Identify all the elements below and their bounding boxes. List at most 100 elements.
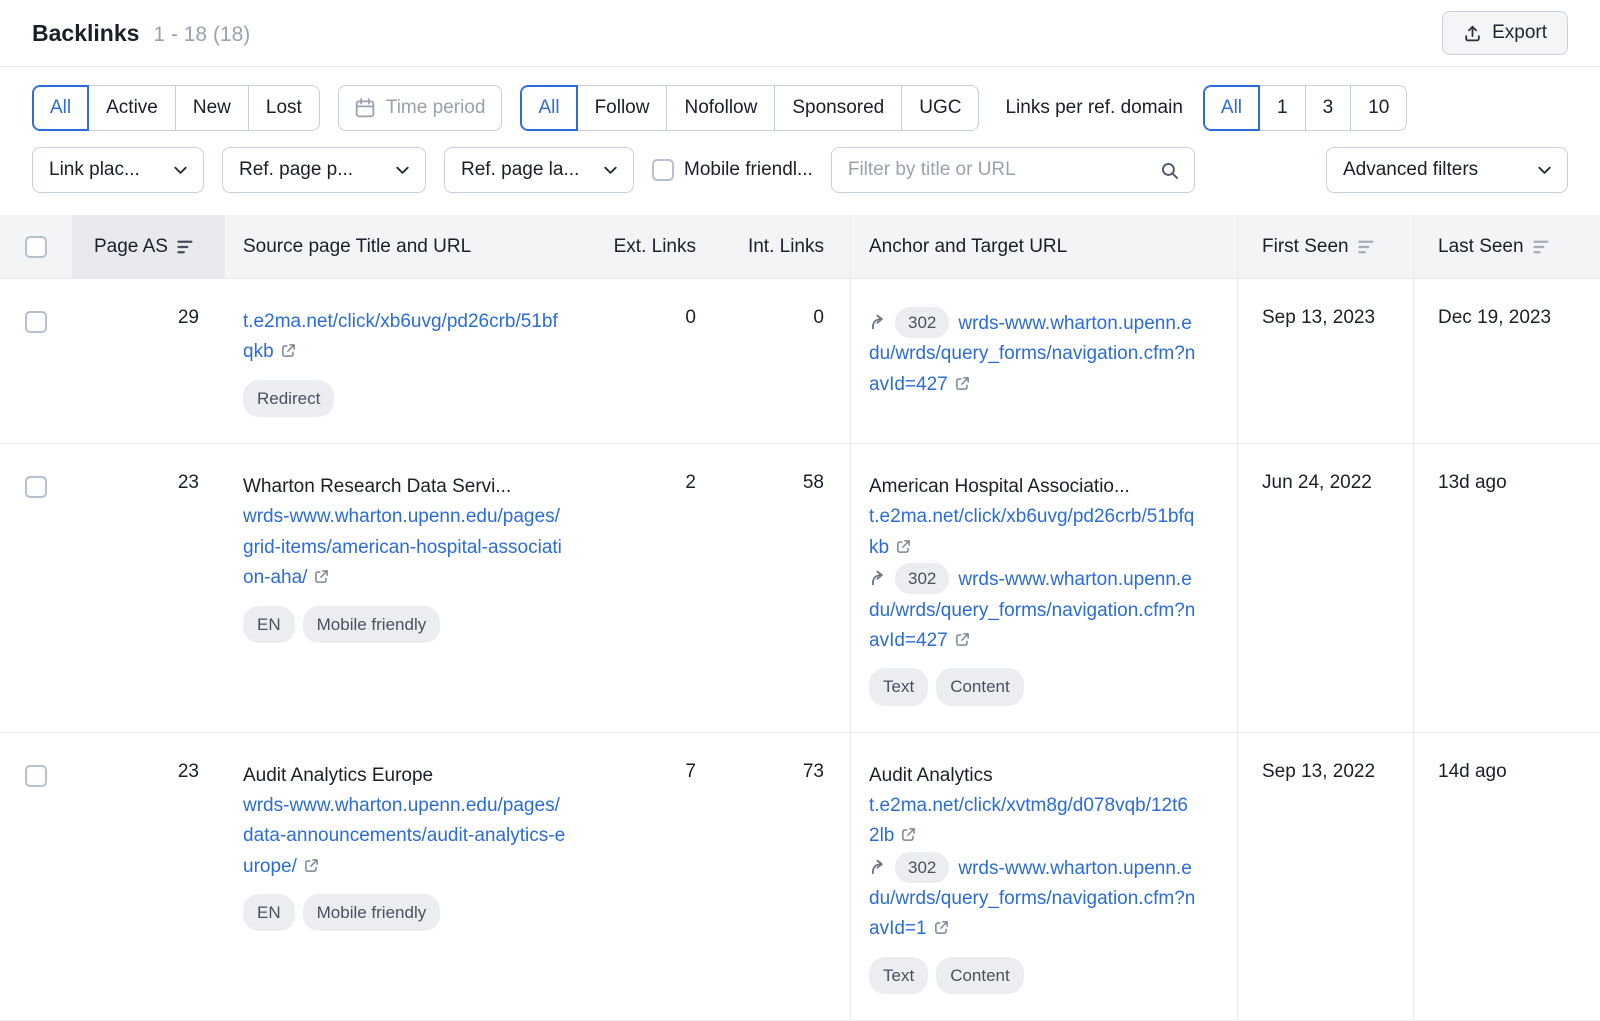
table-row: 23 Wharton Research Data Servi... wrds-w…: [0, 444, 1600, 733]
anchor-badges: Text Content: [869, 957, 1197, 994]
external-link-icon[interactable]: [281, 343, 296, 358]
badge-content: Content: [936, 668, 1024, 705]
link-placement-label: Link plac...: [49, 159, 140, 181]
first-seen-value: Jun 24, 2022: [1237, 444, 1413, 732]
redirect-code-badge: 302: [895, 852, 949, 883]
follow-filter-ugc[interactable]: UGC: [901, 85, 979, 131]
source-cell: Wharton Research Data Servi... wrds-www.…: [225, 444, 607, 732]
first-seen-value: Sep 13, 2023: [1237, 279, 1413, 443]
row-checkbox[interactable]: [25, 765, 47, 787]
source-page-title: Wharton Research Data Servi...: [243, 472, 567, 502]
column-label: Source page Title and URL: [243, 236, 471, 258]
anchor-badges: Text Content: [869, 668, 1197, 705]
export-button[interactable]: Export: [1442, 11, 1568, 55]
status-filter-all[interactable]: All: [32, 85, 89, 131]
calendar-icon: [355, 98, 375, 118]
status-filter-lost[interactable]: Lost: [248, 85, 320, 131]
table-header: Page AS Source page Title and URL Ext. L…: [0, 215, 1600, 279]
badge-redirect: Redirect: [243, 380, 334, 417]
source-url-link[interactable]: wrds-www.wharton.upenn.edu/pages/data-an…: [243, 795, 565, 877]
external-link-icon[interactable]: [955, 632, 970, 647]
search-input[interactable]: [832, 148, 1146, 192]
chevron-down-icon: [604, 166, 617, 175]
column-header-first-seen[interactable]: First Seen: [1237, 215, 1413, 278]
anchor-cell: Audit Analytics t.e2ma.net/click/xvtm8g/…: [850, 733, 1237, 1021]
source-url-link[interactable]: wrds-www.wharton.upenn.edu/pages/grid-it…: [243, 506, 562, 588]
ext-links-value: 0: [607, 279, 722, 443]
column-header-int-links[interactable]: Int. Links: [722, 215, 850, 278]
external-link-icon[interactable]: [304, 858, 319, 873]
column-header-page-as[interactable]: Page AS: [72, 215, 225, 278]
follow-filter-nofollow[interactable]: Nofollow: [666, 85, 775, 131]
external-link-icon[interactable]: [896, 539, 911, 554]
external-link-icon[interactable]: [955, 376, 970, 391]
column-header-anchor[interactable]: Anchor and Target URL: [850, 215, 1237, 278]
status-filter-new[interactable]: New: [175, 85, 249, 131]
page-as-value: 29: [72, 279, 225, 443]
badge-content: Content: [936, 957, 1024, 994]
follow-filter-follow[interactable]: Follow: [577, 85, 668, 131]
source-page-title: Audit Analytics Europe: [243, 761, 567, 791]
advanced-filters-dropdown[interactable]: Advanced filters: [1326, 147, 1568, 193]
ref-page-platform-label: Ref. page p...: [239, 159, 353, 181]
anchor-text: American Hospital Associatio...: [869, 472, 1197, 502]
time-period-button[interactable]: Time period: [338, 85, 503, 131]
page-as-value: 23: [72, 733, 225, 1021]
mobile-friendly-checkbox[interactable]: [652, 159, 674, 181]
advanced-filters-label: Advanced filters: [1343, 159, 1478, 181]
links-per-domain-10[interactable]: 10: [1350, 85, 1407, 131]
redirect-code-badge: 302: [895, 563, 949, 594]
column-header-last-seen[interactable]: Last Seen: [1413, 215, 1600, 278]
column-label: Anchor and Target URL: [869, 236, 1067, 258]
column-header-ext-links[interactable]: Ext. Links: [607, 215, 722, 278]
source-cell: t.e2ma.net/click/xb6uvg/pd26crb/51bfqkb …: [225, 279, 607, 443]
int-links-value: 58: [722, 444, 850, 732]
select-all-checkbox[interactable]: [25, 236, 47, 258]
anchor-url-line: t.e2ma.net/click/xb6uvg/pd26crb/51bfqkb: [869, 502, 1197, 563]
links-per-domain-label: Links per ref. domain: [1005, 97, 1182, 119]
filters-row-1: All Active New Lost Time period All Foll…: [32, 85, 1568, 131]
follow-filter-sponsored[interactable]: Sponsored: [774, 85, 902, 131]
anchor-cell: American Hospital Associatio... t.e2ma.n…: [850, 444, 1237, 732]
external-link-icon[interactable]: [901, 827, 916, 842]
search-button[interactable]: [1146, 148, 1194, 192]
anchor-url-link[interactable]: t.e2ma.net/click/xb6uvg/pd26crb/51bfqkb: [869, 506, 1194, 557]
badge-language: EN: [243, 606, 295, 643]
row-select-cell: [0, 444, 72, 732]
mobile-friendly-filter[interactable]: Mobile friendl...: [652, 159, 813, 181]
target-url-line: 302wrds-www.wharton.upenn.edu/wrds/query…: [869, 852, 1197, 945]
links-per-domain-all[interactable]: All: [1203, 85, 1260, 131]
table-row: 23 Audit Analytics Europe wrds-www.whart…: [0, 733, 1600, 1021]
column-header-source[interactable]: Source page Title and URL: [225, 215, 607, 278]
time-period-label: Time period: [386, 97, 486, 119]
row-checkbox[interactable]: [25, 476, 47, 498]
external-link-icon[interactable]: [934, 920, 949, 935]
follow-filter-all[interactable]: All: [520, 85, 577, 131]
badge-mobile-friendly: Mobile friendly: [303, 606, 441, 643]
last-seen-value: 13d ago: [1413, 444, 1600, 732]
status-filter-active[interactable]: Active: [88, 85, 176, 131]
redirect-arrow-icon: [869, 313, 888, 332]
source-badges: Redirect: [243, 380, 567, 417]
ref-page-language-dropdown[interactable]: Ref. page la...: [444, 147, 634, 193]
page-title: Backlinks: [32, 20, 139, 47]
links-per-domain-1[interactable]: 1: [1259, 85, 1306, 131]
column-label: Last Seen: [1438, 236, 1524, 258]
target-url-line: 302wrds-www.wharton.upenn.edu/wrds/query…: [869, 307, 1197, 400]
first-seen-value: Sep 13, 2022: [1237, 733, 1413, 1021]
export-icon: [1463, 24, 1482, 43]
target-url-line: 302wrds-www.wharton.upenn.edu/wrds/query…: [869, 563, 1197, 656]
redirect-arrow-icon: [869, 569, 888, 588]
row-checkbox[interactable]: [25, 311, 47, 333]
anchor-url-line: t.e2ma.net/click/xvtm8g/d078vqb/12t62lb: [869, 791, 1197, 852]
links-per-domain-3[interactable]: 3: [1305, 85, 1352, 131]
int-links-value: 0: [722, 279, 850, 443]
external-link-icon[interactable]: [314, 569, 329, 584]
anchor-cell: 302wrds-www.wharton.upenn.edu/wrds/query…: [850, 279, 1237, 443]
anchor-url-link[interactable]: t.e2ma.net/click/xvtm8g/d078vqb/12t62lb: [869, 795, 1188, 846]
chevron-down-icon: [1538, 166, 1551, 175]
page-as-value: 23: [72, 444, 225, 732]
link-placement-dropdown[interactable]: Link plac...: [32, 147, 204, 193]
ref-page-platform-dropdown[interactable]: Ref. page p...: [222, 147, 426, 193]
export-button-label: Export: [1492, 22, 1547, 44]
